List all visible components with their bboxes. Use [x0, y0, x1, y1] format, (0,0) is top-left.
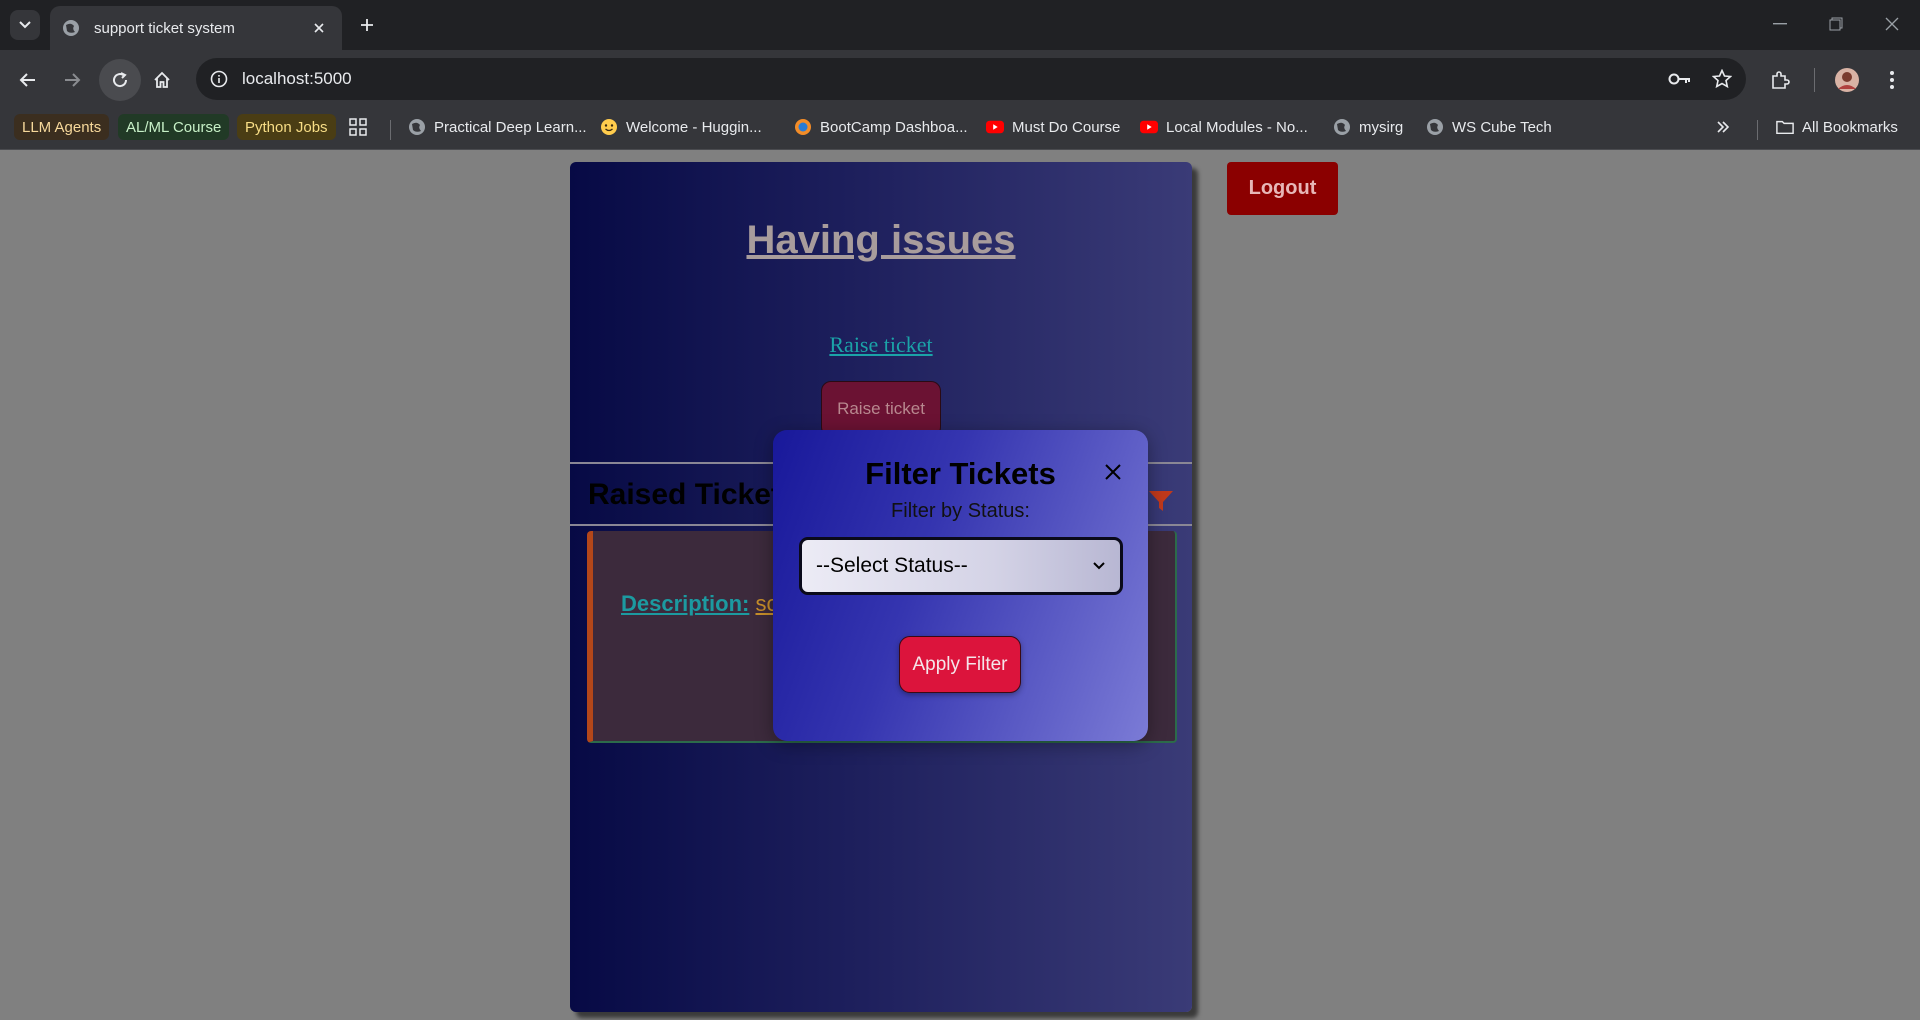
browser-tab-active[interactable]: support ticket system [50, 6, 342, 50]
close-icon [314, 23, 324, 33]
more-vertical-icon [1890, 71, 1894, 89]
bookmark-label: Python Jobs [245, 118, 328, 136]
toolbar-divider [1814, 68, 1815, 92]
globe-icon [1427, 119, 1443, 135]
bookmark-bootcamp-dashboard[interactable]: BootCamp Dashboa... [794, 114, 968, 140]
logout-button[interactable]: Logout [1227, 162, 1338, 215]
all-bookmarks-label: All Bookmarks [1802, 118, 1898, 136]
bootcamp-icon [795, 119, 811, 135]
bookmark-practical-deep-learning[interactable]: Practical Deep Learn... [408, 114, 587, 140]
folder-icon [1776, 120, 1794, 135]
bookmark-label: Welcome - Huggin... [626, 118, 762, 136]
forward-button[interactable] [54, 62, 90, 98]
bookmark-label: BootCamp Dashboa... [820, 118, 968, 136]
raise-ticket-button[interactable]: Raise ticket [821, 381, 941, 437]
status-select[interactable]: --Select Status-- [799, 537, 1123, 595]
apply-filter-button[interactable]: Apply Filter [899, 636, 1021, 693]
raise-ticket-link[interactable]: Raise ticket [570, 332, 1192, 358]
close-icon [1105, 464, 1121, 480]
restore-icon [1829, 17, 1843, 31]
modal-close-button[interactable] [1099, 458, 1127, 486]
tab-title: support ticket system [94, 19, 235, 37]
site-info-button[interactable] [204, 64, 234, 94]
bookmark-label: Practical Deep Learn... [434, 118, 587, 136]
close-icon [1885, 17, 1899, 31]
bookmark-local-modules[interactable]: Local Modules - No... [1140, 114, 1308, 140]
globe-icon [1334, 119, 1350, 135]
youtube-icon [1140, 120, 1158, 134]
new-tab-button[interactable] [352, 10, 382, 40]
tab-search-button[interactable] [10, 10, 40, 40]
reload-icon [113, 72, 128, 88]
ticket-description-label: Description: [621, 591, 750, 616]
profile-button[interactable] [1829, 62, 1865, 98]
extensions-button[interactable] [1762, 62, 1798, 98]
bookmark-mysirg[interactable]: mysirg [1333, 114, 1403, 140]
bookmark-star-button[interactable] [1704, 61, 1740, 97]
bookmark-hugging-face[interactable]: Welcome - Huggin... [600, 114, 762, 140]
close-window-button[interactable] [1864, 0, 1920, 48]
url-text[interactable]: localhost:5000 [242, 69, 1662, 89]
page-viewport: Having issues Raise ticket Raise ticket … [0, 151, 1920, 1020]
window-controls [1752, 0, 1920, 50]
bookmarks-separator [1757, 120, 1758, 140]
bookmark-label: WS Cube Tech [1452, 118, 1552, 136]
address-bar[interactable]: localhost:5000 [196, 58, 1746, 100]
globe-icon [63, 20, 79, 36]
password-key-button[interactable] [1662, 61, 1698, 97]
status-select-value: --Select Status-- [816, 554, 968, 577]
ticket-description: Description: so [621, 591, 779, 617]
chevron-down-icon [19, 21, 31, 29]
bookmark-llm-agents[interactable]: LLM Agents [14, 114, 110, 140]
bookmarks-separator [390, 120, 391, 140]
chevron-down-icon [1093, 562, 1105, 570]
modal-title: Filter Tickets [865, 456, 1056, 491]
minimize-button[interactable] [1752, 0, 1808, 48]
bookmark-label: AL/ML Course [126, 118, 222, 136]
avatar [1835, 68, 1859, 92]
home-button[interactable] [144, 62, 180, 98]
browser-toolbar: localhost:5000 [0, 50, 1920, 108]
browser-tab-bar: support ticket system [0, 0, 1920, 50]
status-filter-label: Filter by Status: [891, 500, 1030, 522]
restore-button[interactable] [1808, 0, 1864, 48]
double-chevron-right-icon [1717, 121, 1730, 133]
bookmark-alml-course[interactable]: AL/ML Course [118, 114, 230, 140]
tab-close-button[interactable] [308, 17, 330, 39]
raised-tickets-title: Raised Tickets [588, 478, 798, 511]
grid-icon [349, 118, 367, 136]
youtube-icon [986, 120, 1004, 134]
plus-icon [361, 19, 373, 31]
apps-grid-button[interactable] [349, 114, 367, 140]
arrow-left-icon [19, 73, 35, 87]
hugging-face-icon [601, 119, 617, 135]
bookmark-label: mysirg [1359, 118, 1404, 136]
globe-icon [409, 119, 425, 135]
back-button[interactable] [10, 62, 46, 98]
bookmark-label: LLM Agents [22, 118, 102, 136]
bookmark-ws-cube-tech[interactable]: WS Cube Tech [1426, 114, 1552, 140]
minimize-icon [1773, 23, 1787, 25]
filter-icon[interactable] [1148, 490, 1174, 512]
bookmark-python-jobs[interactable]: Python Jobs [237, 114, 336, 140]
arrow-right-icon [65, 73, 81, 87]
chrome-menu-button[interactable] [1874, 62, 1910, 98]
filter-modal: Filter Tickets Filter by Status: --Selec… [773, 430, 1148, 741]
home-icon [154, 71, 170, 88]
bookmarks-bar: LLM Agents AL/ML Course Python Jobs Prac… [0, 108, 1920, 150]
reload-button[interactable] [99, 59, 141, 101]
all-bookmarks-button[interactable]: All Bookmarks [1776, 114, 1898, 140]
key-icon [1668, 73, 1690, 85]
bookmark-must-do-course[interactable]: Must Do Course [986, 114, 1120, 140]
star-icon [1712, 69, 1732, 89]
bookmark-label: Must Do Course [1012, 118, 1121, 136]
info-icon [210, 70, 228, 88]
bookmark-label: Local Modules - No... [1166, 118, 1308, 136]
page-heading: Having issues [746, 218, 1016, 262]
bookmarks-overflow-button[interactable] [1716, 114, 1730, 140]
puzzle-icon [1772, 71, 1790, 89]
